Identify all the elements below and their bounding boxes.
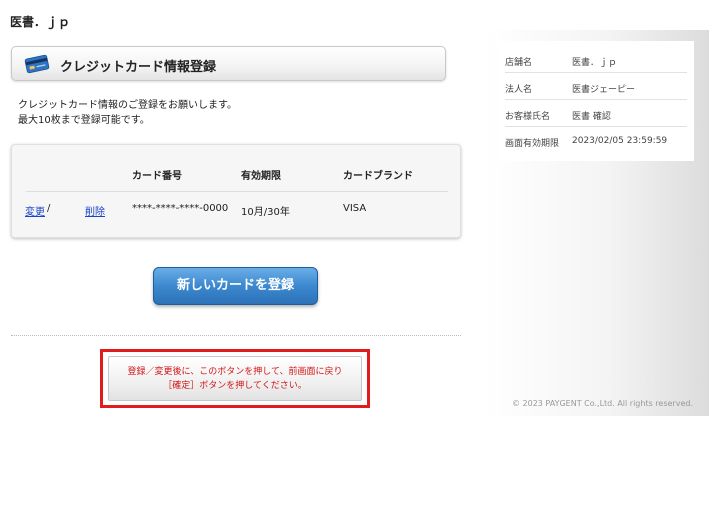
column-header-brand: カードブランド — [343, 171, 413, 182]
info-value: 医書．ｊｐ — [572, 58, 618, 68]
credit-card-icon — [24, 54, 50, 74]
info-row-shop: 店舗名 医書．ｊｐ — [505, 46, 687, 73]
page-header-banner: クレジットカード情報登録 — [11, 46, 446, 81]
side-panel: 店舗名 医書．ｊｐ 法人名 医書ジェーピー お客様氏名 医書 確認 画面有効期限… — [484, 30, 709, 416]
delete-card-link[interactable]: 削除 — [85, 203, 105, 218]
page-title: クレジットカード情報登録 — [60, 60, 217, 75]
column-header-expiry: 有効期限 — [241, 171, 281, 182]
info-label: 法人名 — [505, 85, 533, 95]
card-table: カード番号 有効期限 カードブランド 変更 / 削除 ****-****-***… — [11, 144, 461, 238]
intro-line-1: クレジットカード情報のご登録をお願いします。 — [18, 100, 237, 111]
section-divider — [11, 335, 461, 336]
info-label: お客様氏名 — [505, 112, 551, 122]
highlight-frame: 登録／変更後に、このボタンを押して、前画面に戻り ［確定］ボタンを押してください… — [100, 349, 370, 408]
note-line-1: 登録／変更後に、このボタンを押して、前画面に戻り — [127, 367, 343, 377]
intro-line-2: 最大10枚まで登録可能です。 — [18, 115, 150, 126]
intro-text: クレジットカード情報のご登録をお願いします。 最大10枚まで登録可能です。 — [18, 98, 237, 128]
info-value: 医書ジェーピー — [572, 85, 636, 95]
info-label: 店舗名 — [505, 58, 533, 68]
info-label: 画面有効期限 — [505, 139, 560, 149]
note-line-2: ［確定］ボタンを押してください。 — [163, 381, 307, 391]
info-row-company: 法人名 医書ジェーピー — [505, 73, 687, 100]
site-title: 医書．ｊｐ — [10, 15, 71, 29]
register-new-card-button[interactable]: 新しいカードを登録 — [153, 267, 318, 305]
info-value: 2023/02/05 23:59:59 — [572, 136, 668, 146]
copyright-text: © 2023 PAYGENT Co.,Ltd. All rights reser… — [511, 399, 693, 408]
column-header-card-number: カード番号 — [132, 171, 182, 182]
card-number-value: ****-****-****-0000 — [132, 203, 229, 214]
card-brand-value: VISA — [343, 203, 367, 214]
return-to-previous-screen-button[interactable]: 登録／変更後に、このボタンを押して、前画面に戻り ［確定］ボタンを押してください… — [108, 356, 362, 401]
card-expiry-value: 10月/30年 — [241, 207, 290, 218]
order-info-box: 店舗名 医書．ｊｐ 法人名 医書ジェーピー お客様氏名 医書 確認 画面有効期限… — [498, 41, 694, 161]
link-separator: / — [47, 203, 51, 214]
info-row-expiry: 画面有効期限 2023/02/05 23:59:59 — [505, 127, 687, 154]
info-value: 医書 確認 — [572, 112, 611, 122]
change-card-link[interactable]: 変更 — [25, 203, 45, 218]
table-divider — [26, 191, 448, 192]
info-row-customer: お客様氏名 医書 確認 — [505, 100, 687, 127]
